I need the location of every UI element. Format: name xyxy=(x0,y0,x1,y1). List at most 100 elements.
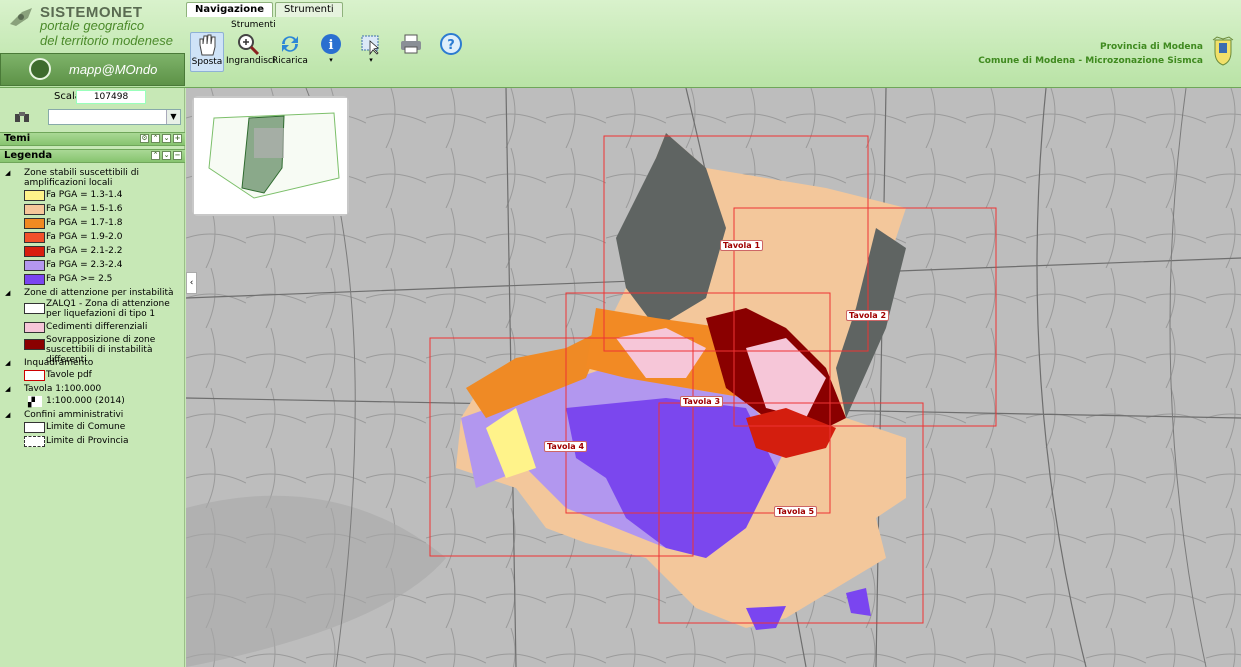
legend-item-label: Cedimenti differenziali xyxy=(46,322,148,332)
zoom-in-label: Ingrandisci xyxy=(226,56,276,66)
zoom-in-icon xyxy=(238,34,260,56)
municipality-label: Comune di Modena - Microzonazione Sismca xyxy=(978,56,1203,66)
mappamondo-button[interactable]: mapp@MOndo xyxy=(0,53,185,86)
tavola-label-3[interactable]: Tavola 3 xyxy=(680,396,724,407)
hand-icon xyxy=(199,34,216,56)
legenda-title: Legenda xyxy=(4,150,53,161)
color-swatch xyxy=(24,274,45,285)
temi-panel-header[interactable]: Temi ⚙ ⌃ ⌄ + xyxy=(0,132,185,146)
scale-input[interactable]: 107498 xyxy=(76,90,146,104)
logo: SISTEMONET portale geografico del territ… xyxy=(0,0,185,52)
legend-item-label: Fa PGA = 1.3-1.4 xyxy=(46,190,123,200)
reload-button[interactable]: Ricarica xyxy=(272,32,308,66)
legend-item: Fa PGA >= 2.5 xyxy=(0,272,185,286)
line-swatch-icon xyxy=(24,422,45,433)
mappamondo-label: mapp@MOndo xyxy=(69,62,158,77)
legenda-panel-header[interactable]: Legenda ⌃ ⌄ − xyxy=(0,149,185,163)
legend-group-zone-stabili[interactable]: ◢ Zone stabili suscettibili di amplificaz… xyxy=(0,168,185,188)
legend-item: Limite di Comune xyxy=(0,420,185,434)
legend-item-label: Fa PGA = 1.5-1.6 xyxy=(46,204,123,214)
tavola-label-2[interactable]: Tavola 2 xyxy=(846,310,890,321)
left-panel: Scala 107498 ▼ Temi ⚙ ⌃ ⌄ + Legenda ⌃ ⌄ − ◢ Zo… xyxy=(0,88,185,667)
legend-item: Fa PGA = 1.5-1.6 xyxy=(0,202,185,216)
binoculars-icon[interactable] xyxy=(14,110,30,123)
collapse-all-icon[interactable]: ⌄ xyxy=(162,134,171,143)
legend-group-tavola[interactable]: ◢ Tavola 1:100.000 xyxy=(0,384,185,394)
collapse-all-icon[interactable]: ⌄ xyxy=(162,151,171,160)
select-dropdown-arrow[interactable]: ▾ xyxy=(356,56,386,64)
select-button[interactable]: ▾ xyxy=(356,32,386,64)
chevron-down-icon[interactable]: ▼ xyxy=(166,110,180,124)
logo-subtitle-1: portale geografico xyxy=(40,18,145,33)
map-view[interactable]: Tavola 1 Tavola 2 Tavola 3 Tavola 4 Tavo… xyxy=(186,88,1241,667)
legend-item-label: Tavole pdf xyxy=(46,370,92,380)
zoom-in-button[interactable]: Ingrandisci xyxy=(226,32,275,66)
legend-list: ZALQ1 - Zona di attenzione per liquefazi… xyxy=(0,298,185,365)
expand-all-icon[interactable]: ⌃ xyxy=(151,151,160,160)
legend-item-label: Limite di Provincia xyxy=(46,436,129,446)
collapse-panel-button[interactable]: ‹ xyxy=(186,272,197,294)
tab-strumenti[interactable]: Strumenti xyxy=(275,2,343,17)
legend-group-label: Inquadramento xyxy=(24,358,94,368)
legend-group-label: Zone di attenzione per instabilità xyxy=(24,288,174,298)
map-thumb-icon: ▞ xyxy=(28,396,42,408)
tavola-label-4[interactable]: Tavola 4 xyxy=(544,441,588,452)
info-dropdown-arrow[interactable]: ▾ xyxy=(316,56,346,64)
province-label: Provincia di Modena xyxy=(1099,42,1203,52)
tavola-label-1[interactable]: Tavola 1 xyxy=(720,240,764,251)
reload-label: Ricarica xyxy=(272,56,308,66)
legend-item: Cedimenti differenziali xyxy=(0,320,185,334)
temi-title: Temi xyxy=(4,133,31,144)
legend-group-inquadramento[interactable]: ◢ Inquadramento xyxy=(0,358,185,368)
expand-triangle-icon[interactable]: ◢ xyxy=(5,384,10,394)
satellite-icon xyxy=(10,8,32,26)
legend-tree: ◢ Zone stabili suscettibili di amplificaz… xyxy=(0,166,185,448)
minimize-icon[interactable]: − xyxy=(173,151,182,160)
legend-item: Limite di Provincia xyxy=(0,434,185,448)
color-swatch xyxy=(24,232,45,243)
color-swatch xyxy=(24,339,45,350)
app-window: SISTEMONET portale geografico del territ… xyxy=(0,0,1241,667)
settings-icon[interactable]: ⚙ xyxy=(140,134,149,143)
legend-group-attenzione[interactable]: ◢ Zone di attenzione per instabilità xyxy=(0,288,185,298)
expand-triangle-icon[interactable]: ◢ xyxy=(5,288,10,298)
overview-map[interactable] xyxy=(192,96,349,216)
color-swatch xyxy=(24,246,45,257)
add-icon[interactable]: + xyxy=(173,134,182,143)
expand-triangle-icon[interactable]: ◢ xyxy=(5,358,10,368)
expand-triangle-icon[interactable]: ◢ xyxy=(5,168,10,178)
color-swatch xyxy=(24,322,45,333)
scale-row: Scala 107498 xyxy=(0,88,185,106)
search-select[interactable]: ▼ xyxy=(48,109,181,125)
legend-group-label: Confini amministrativi xyxy=(24,410,124,420)
toolbar: Strumenti Sposta Ingrandisci Ricarica i … xyxy=(186,17,486,77)
globe-icon xyxy=(29,58,51,80)
legend-group-confini[interactable]: ◢ Confini amministrativi xyxy=(0,410,185,420)
expand-all-icon[interactable]: ⌃ xyxy=(151,134,160,143)
legend-item: Fa PGA = 1.7-1.8 xyxy=(0,216,185,230)
legend-item-label: 1:100.000 (2014) xyxy=(46,396,125,406)
header: SISTEMONET portale geografico del territ… xyxy=(0,0,1241,88)
tab-bar: Navigazione Strumenti xyxy=(186,2,343,17)
tab-navigazione[interactable]: Navigazione xyxy=(186,2,273,17)
print-button[interactable] xyxy=(396,32,426,56)
overview-canvas xyxy=(194,98,347,214)
tavola-label-5[interactable]: Tavola 5 xyxy=(774,506,818,517)
legend-group-label: Tavola 1:100.000 xyxy=(24,384,102,394)
help-button[interactable]: ? xyxy=(436,32,466,56)
select-feature-icon xyxy=(361,35,379,56)
refresh-icon xyxy=(282,36,298,52)
legend-item-label: Fa PGA = 2.3-2.4 xyxy=(46,260,123,270)
info-icon: i xyxy=(321,34,341,54)
expand-triangle-icon[interactable]: ◢ xyxy=(5,410,10,420)
dashed-line-swatch-icon xyxy=(24,436,45,447)
color-swatch xyxy=(24,260,45,271)
color-swatch xyxy=(24,204,45,215)
pan-button[interactable]: Sposta xyxy=(190,32,224,72)
info-button[interactable]: i ▾ xyxy=(316,32,346,64)
color-swatch xyxy=(24,190,45,201)
legend-item-label: Fa PGA >= 2.5 xyxy=(46,274,113,284)
legend-list: Fa PGA = 1.3-1.4 Fa PGA = 1.5-1.6 Fa PGA =… xyxy=(0,188,185,286)
search-row: ▼ xyxy=(0,108,185,126)
legend-item: Fa PGA = 1.9-2.0 xyxy=(0,230,185,244)
